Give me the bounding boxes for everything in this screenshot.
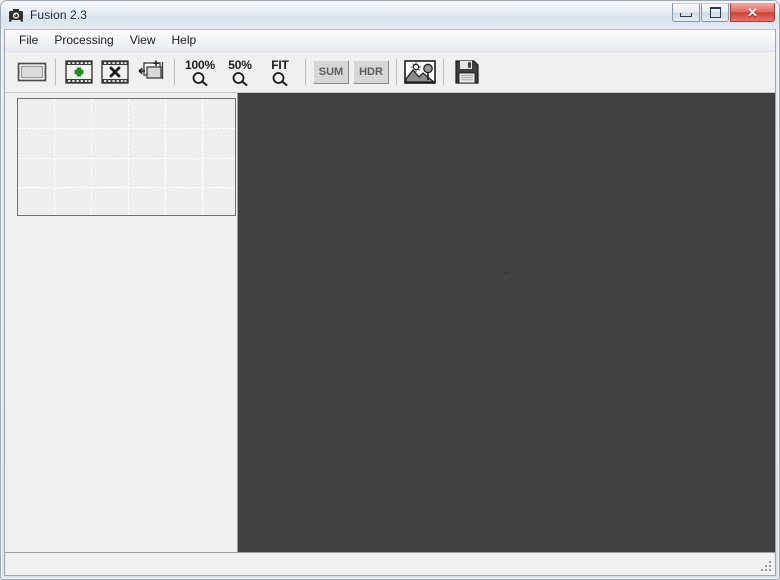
zoom-50-button[interactable]: 50%	[220, 55, 260, 89]
toolbar-separator	[174, 59, 175, 85]
cursor-marker-icon	[502, 272, 508, 277]
add-frames-button[interactable]	[61, 57, 97, 87]
navigator-preview[interactable]	[17, 98, 236, 216]
main-split	[5, 93, 775, 552]
menu-item-view[interactable]: View	[122, 31, 164, 50]
hdr-toggle[interactable]: HDR	[353, 60, 389, 84]
grid-hline	[18, 128, 235, 129]
frame-list[interactable]	[17, 222, 237, 552]
resize-grip-icon[interactable]	[760, 560, 773, 573]
grid-hline	[18, 187, 235, 188]
floppy-disk-icon	[455, 60, 479, 84]
zoom-50-label: 50%	[228, 57, 252, 72]
close-button[interactable]: ✕	[730, 3, 775, 22]
remove-frames-button[interactable]	[97, 57, 133, 87]
magnifier-icon	[232, 71, 248, 86]
toolbar-separator	[396, 59, 397, 85]
grid-hline	[18, 158, 235, 159]
magnifier-icon	[272, 71, 288, 86]
film-x-icon	[101, 60, 129, 84]
grid-vline	[91, 99, 92, 215]
frame-icon	[17, 62, 47, 82]
zoom-100-button[interactable]: 100%	[180, 55, 220, 89]
sum-toggle[interactable]: SUM	[313, 60, 349, 84]
toolbar-separator	[305, 59, 306, 85]
zoom-fit-button[interactable]: FIT	[260, 55, 300, 89]
minimize-button[interactable]	[672, 3, 700, 22]
application-window: Fusion 2.3 ✕ File Processing View Help 1…	[0, 0, 780, 580]
minimize-icon	[680, 13, 692, 17]
close-icon: ✕	[747, 5, 758, 20]
maximize-button[interactable]	[701, 3, 729, 22]
maximize-icon	[709, 7, 721, 18]
window-controls: ✕	[672, 3, 775, 22]
image-canvas[interactable]	[238, 93, 775, 552]
status-bar	[5, 552, 775, 575]
window-title: Fusion 2.3	[30, 8, 88, 22]
left-panel	[5, 93, 238, 552]
grid-vline	[54, 99, 55, 215]
preview-image-button[interactable]	[402, 57, 438, 87]
zoom-fit-label: FIT	[271, 57, 289, 72]
frame-button[interactable]	[14, 57, 50, 87]
add-to-stack-button[interactable]	[133, 57, 169, 87]
zoom-100-label: 100%	[185, 57, 215, 72]
save-button[interactable]	[449, 57, 485, 87]
menu-item-file[interactable]: File	[11, 31, 46, 50]
grid-vline	[202, 99, 203, 215]
grid-vline	[128, 99, 129, 215]
menu-item-processing[interactable]: Processing	[46, 31, 121, 50]
film-plus-icon	[65, 60, 93, 84]
toolbar-separator	[55, 59, 56, 85]
toolbar: 100% 50% FIT SUM HDR	[5, 52, 775, 93]
title-bar[interactable]: Fusion 2.3 ✕	[1, 1, 779, 29]
stack-plus-icon	[138, 60, 164, 79]
toolbar-separator	[443, 59, 444, 85]
menu-bar: File Processing View Help	[5, 30, 775, 52]
client-area: File Processing View Help 100% 50% FIT S…	[4, 29, 776, 576]
camera-icon	[9, 9, 23, 22]
landscape-photo-icon	[404, 60, 436, 84]
menu-item-help[interactable]: Help	[164, 31, 205, 50]
magnifier-icon	[192, 71, 208, 86]
grid-vline	[165, 99, 166, 215]
